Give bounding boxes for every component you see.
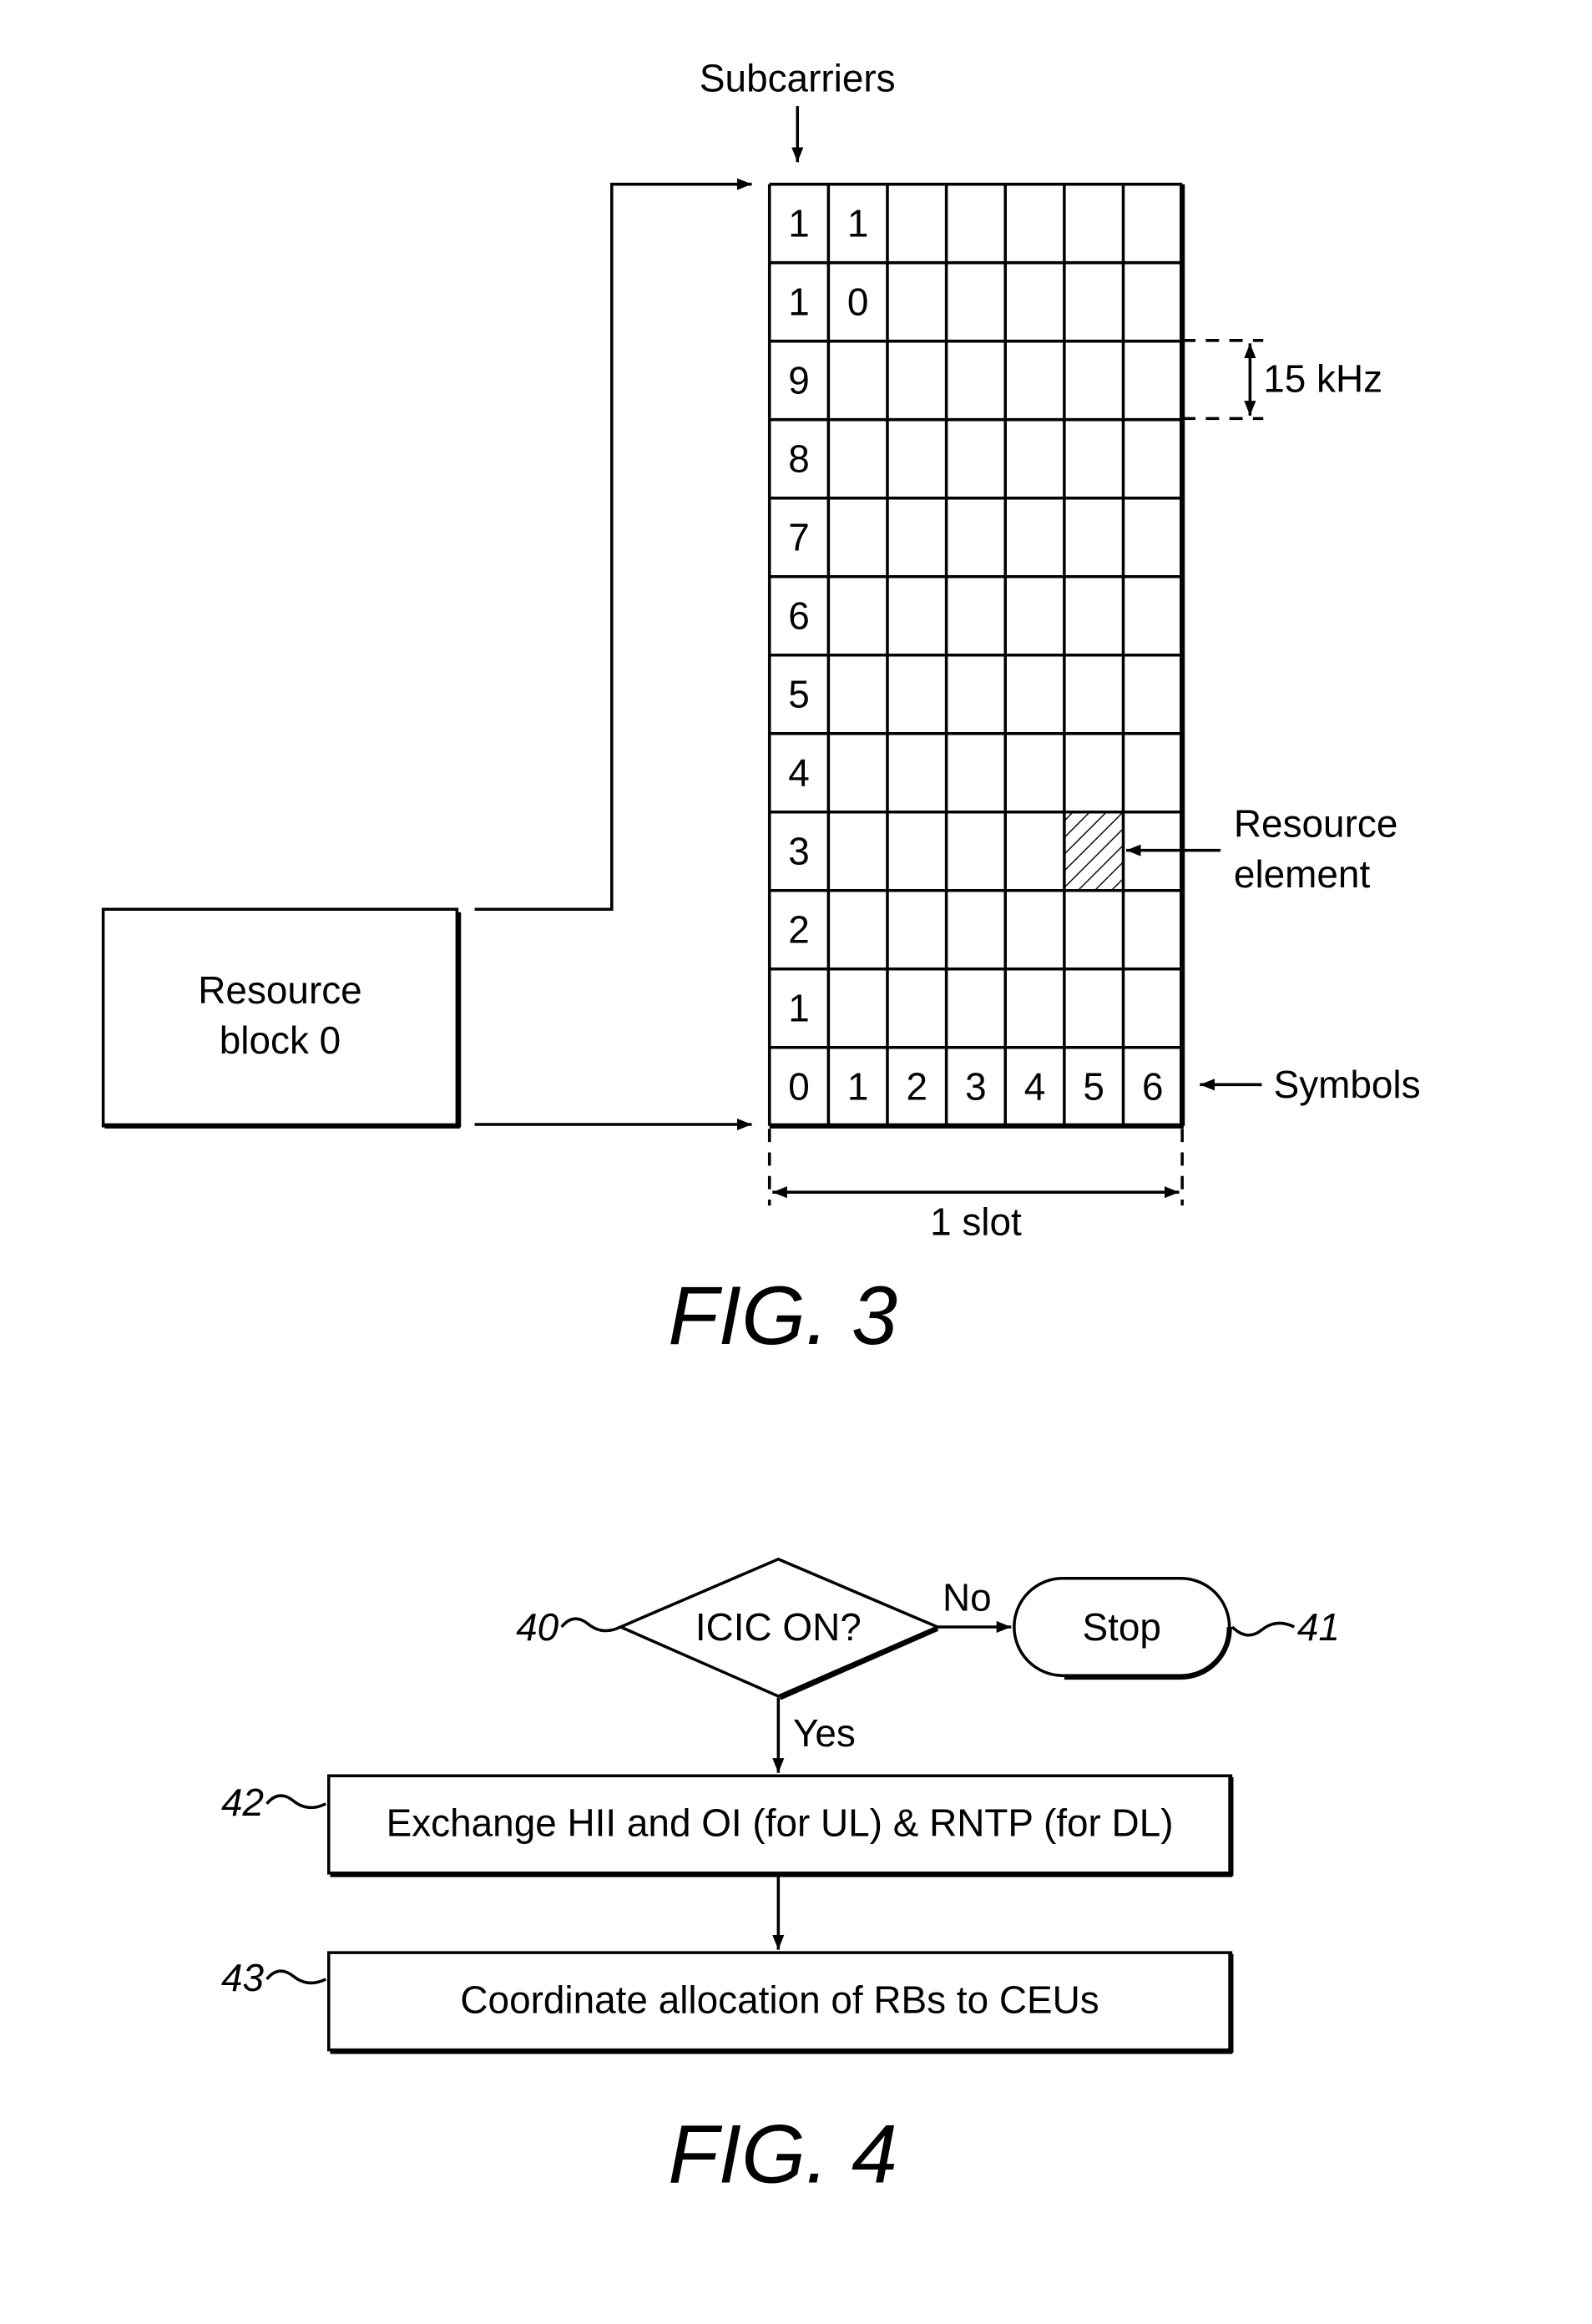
subcarrier-index-label: 1 <box>788 987 810 1030</box>
subcarrier-index-label: 8 <box>788 437 810 481</box>
subcarrier-spacing-label: 15 kHz <box>1263 357 1382 401</box>
yes-label: Yes <box>793 1711 856 1755</box>
ref-40: 40 <box>516 1605 559 1649</box>
fig3-caption: FIG. 3 <box>668 1269 897 1362</box>
subcarrier-index-label: 1 <box>788 202 810 245</box>
process-exchange-hii-oi-rntp: Exchange HII and OI (for UL) & RNTP (for… <box>221 1774 1234 1877</box>
ref-42: 42 <box>221 1781 264 1824</box>
terminator-stop: Stop 41 <box>1013 1576 1340 1680</box>
ref-43-leader <box>265 1969 327 1985</box>
fig3-resource-grid-diagram: Subcarriers Resource block 0 1 11 09876543… <box>101 56 1421 1362</box>
resource-block-label-line1: Resource <box>198 968 361 1012</box>
block-to-grid-top-arrow <box>474 178 752 912</box>
ref-41-leader <box>1231 1621 1296 1637</box>
subcarrier-index-label: 1 <box>847 202 869 245</box>
subcarrier-index-label: 5 <box>788 673 810 716</box>
resource-element-callout: Resource element <box>1126 802 1397 896</box>
subcarrier-index-label: 6 <box>788 594 810 638</box>
subcarrier-index-label: 1 <box>788 280 810 324</box>
symbol-index-label: 2 <box>907 1065 928 1109</box>
step42-text: Exchange HII and OI (for UL) & RNTP (for… <box>387 1801 1174 1845</box>
subcarrier-index-label: 7 <box>788 516 810 559</box>
resource-element-label-line1: Resource <box>1234 802 1397 846</box>
decision-text: ICIC ON? <box>695 1605 862 1649</box>
subcarriers-label: Subcarriers <box>700 56 896 99</box>
step43-text: Coordinate allocation of RBs to CEUs <box>460 1978 1099 2022</box>
slot-label: 1 slot <box>930 1200 1022 1243</box>
ref-40-leader <box>560 1617 622 1633</box>
symbols-label: Symbols <box>1274 1063 1421 1106</box>
no-label: No <box>943 1576 992 1619</box>
patent-figure-sheet: Subcarriers Resource block 0 1 11 09876543… <box>101 56 1421 2200</box>
fig4-caption: FIG. 4 <box>668 2108 897 2200</box>
subcarrier-index-label: 2 <box>788 908 810 952</box>
resource-element-label-line2: element <box>1234 852 1371 896</box>
ref-42-leader <box>265 1794 327 1810</box>
subcarrier-index-label: 9 <box>788 359 810 402</box>
symbols-callout: Symbols <box>1200 1063 1421 1106</box>
ref-41: 41 <box>1297 1605 1340 1649</box>
symbol-index-label: 0 <box>788 1065 810 1109</box>
symbol-index-label: 3 <box>965 1065 987 1109</box>
slot-dimension: 1 slot <box>767 1129 1184 1243</box>
stop-text: Stop <box>1083 1605 1161 1649</box>
resource-block-box: Resource block 0 <box>101 907 462 1129</box>
resource-element-hatched <box>1064 811 1124 891</box>
fig4-icic-flowchart: ICIC ON? 40 No Stop 41 Yes Exchange HII … <box>221 1557 1340 2200</box>
resource-grid: 1 11 09876543210 1 2 3 4 5 6 <box>767 182 1185 1129</box>
decision-icic-on: ICIC ON? 40 <box>516 1557 942 1700</box>
symbol-index-label: 4 <box>1024 1065 1046 1109</box>
symbol-index-label: 5 <box>1083 1065 1104 1109</box>
subcarrier-index-label: 4 <box>788 751 810 795</box>
process-coordinate-rb-allocation: Coordinate allocation of RBs to CEUs 43 <box>221 1951 1234 2054</box>
symbol-index-label: 6 <box>1142 1065 1164 1109</box>
symbol-index-label: 1 <box>847 1065 869 1109</box>
subcarrier-index-label: 0 <box>847 280 869 324</box>
resource-block-label-line2: block 0 <box>220 1018 341 1062</box>
ref-43: 43 <box>221 1956 265 1999</box>
subcarrier-spacing-dimension: 15 kHz <box>1182 339 1382 421</box>
subcarrier-index-label: 3 <box>788 830 810 873</box>
